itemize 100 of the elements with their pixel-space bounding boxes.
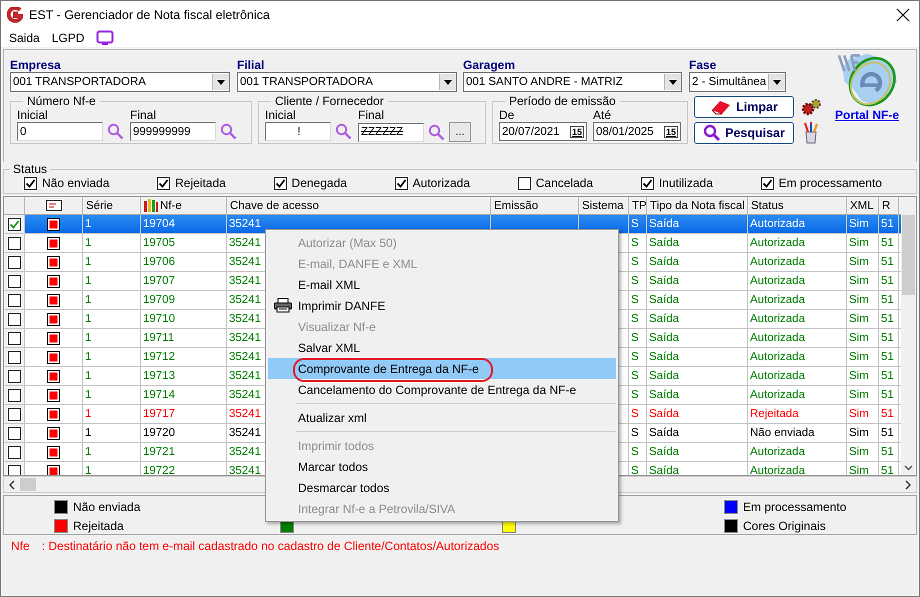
input-field[interactable]: 999999999	[130, 122, 216, 141]
input-field[interactable]: !	[265, 122, 331, 141]
table-cell: Saída	[649, 313, 680, 325]
status-square-icon	[47, 350, 60, 364]
menu-item[interactable]: Marcar todos	[268, 456, 616, 477]
scroll-down-icon[interactable]	[904, 465, 913, 471]
clear-button[interactable]: Limpar	[694, 96, 794, 118]
pencil-cup-icon[interactable]	[802, 122, 820, 144]
table-cell: S	[631, 446, 639, 458]
menu-item[interactable]: LGPD	[52, 31, 84, 45]
table-cell: S	[631, 389, 639, 401]
checkbox[interactable]	[8, 464, 20, 475]
input-field[interactable]: ZZZZZZ	[358, 122, 424, 142]
search-icon[interactable]	[335, 123, 352, 140]
menu-item[interactable]: Imprimir DANFE	[268, 295, 616, 316]
dropdown-arrow-icon[interactable]	[773, 80, 781, 84]
column-header[interactable]: R	[879, 197, 899, 214]
checkbox-label: Cancelada	[536, 176, 594, 190]
dropdown-arrow-icon[interactable]	[217, 80, 225, 84]
table-cell: 19705	[143, 237, 175, 249]
checkbox[interactable]	[274, 176, 287, 190]
window-title: EST - Gerenciador de Nota fiscal eletrônica	[29, 8, 271, 22]
table-cell: Saída	[649, 294, 680, 306]
column-header[interactable]: Tipo da Nota fiscal	[647, 197, 748, 214]
table-cell: Saída	[649, 408, 680, 420]
checkbox-label: Autorizada	[412, 176, 470, 190]
dropdown-arrow-icon[interactable]	[669, 80, 677, 84]
menu-item[interactable]: Comprovante de Entrega da NF-e	[268, 358, 616, 379]
menu-item[interactable]: Desmarcar todos	[268, 477, 616, 498]
dropdown[interactable]: 001 TRANSPORTADORA	[237, 72, 457, 92]
group-title: Cliente / Fornecedor	[274, 94, 385, 108]
checkbox[interactable]	[8, 446, 20, 458]
table-cell: S	[631, 408, 639, 420]
portal-link[interactable]: Portal NF-e	[834, 108, 899, 122]
search-button[interactable]: Pesquisar	[694, 122, 794, 144]
checkbox[interactable]	[8, 256, 20, 268]
table-cell: S	[631, 465, 639, 475]
table-cell: Autorizada	[750, 465, 805, 475]
checkbox[interactable]	[8, 274, 20, 288]
checkbox[interactable]	[157, 176, 170, 190]
column-header[interactable]: Nf-e	[160, 200, 182, 212]
checkbox[interactable]	[8, 388, 20, 402]
checkbox[interactable]	[8, 350, 20, 364]
dropdown[interactable]: 001 TRANSPORTADORA	[10, 72, 230, 92]
gear-icon[interactable]	[800, 98, 822, 116]
date-field[interactable]: 08/01/2025	[594, 126, 664, 138]
checkbox[interactable]	[394, 176, 408, 190]
search-icon[interactable]	[220, 123, 237, 140]
column-header[interactable]: XML	[847, 197, 879, 214]
envelope-icon	[46, 200, 62, 211]
search-icon[interactable]	[107, 123, 124, 140]
table-cell: Autorizada	[750, 446, 805, 458]
dropdown-arrow-icon[interactable]	[444, 80, 452, 84]
status-square-icon	[47, 256, 60, 268]
vertical-scrollbar[interactable]	[901, 197, 916, 475]
scroll-thumb[interactable]	[20, 478, 36, 491]
column-header[interactable]: Sistema	[579, 197, 629, 214]
table-cell: Autorizada	[750, 275, 805, 287]
search-icon[interactable]	[428, 124, 445, 140]
calendar-button[interactable]: 15	[570, 126, 584, 138]
column-header[interactable]: Status	[748, 197, 847, 214]
table-cell: 19709	[143, 294, 175, 306]
field-label: Até	[593, 108, 612, 122]
column-header[interactable]: TP	[629, 197, 647, 214]
menu-item[interactable]: Saida	[9, 31, 40, 45]
scroll-right-icon[interactable]	[904, 480, 912, 490]
table-row[interactable]: 1 19704 35241 S Saída Autorizada Sim 51	[4, 215, 901, 234]
dropdown[interactable]: 2 - Simultânea	[689, 72, 786, 92]
table-cell: S	[631, 332, 639, 344]
input-field[interactable]: 0	[17, 122, 103, 141]
checkbox[interactable]	[8, 294, 20, 306]
column-header[interactable]: Chave de acesso	[227, 197, 491, 214]
column-header[interactable]: Série	[83, 197, 141, 214]
calendar-button[interactable]: 15	[664, 126, 678, 138]
checkbox[interactable]	[8, 408, 20, 420]
table-cell: 1	[85, 446, 92, 458]
table-cell: 35241	[229, 332, 261, 344]
checkbox[interactable]	[8, 218, 20, 230]
printer-icon	[274, 298, 292, 313]
menu-item[interactable]: Cancelamento do Comprovante de Entrega da NF-e	[268, 379, 616, 400]
table-cell: Rejeitada	[750, 408, 799, 420]
more-button[interactable]: ...	[449, 122, 471, 142]
table-cell: Autorizada	[750, 389, 805, 401]
table-cell: S	[631, 237, 639, 249]
checkbox[interactable]	[518, 176, 531, 190]
dropdown[interactable]: 001 SANTO ANDRE - MATRIZ	[463, 72, 682, 92]
checkbox[interactable]	[8, 236, 20, 250]
table-cell: 1	[85, 389, 92, 401]
column-header[interactable]: Emissão	[491, 197, 579, 214]
checkbox[interactable]	[760, 176, 774, 190]
checkbox[interactable]	[8, 370, 20, 382]
checkbox[interactable]	[640, 176, 654, 190]
date-field[interactable]: 20/07/2021	[500, 126, 570, 138]
menu-item[interactable]: E-mail XML	[268, 274, 616, 295]
checkbox[interactable]	[8, 426, 20, 440]
checkbox[interactable]	[8, 312, 20, 326]
monitor-icon[interactable]	[96, 30, 114, 46]
checkbox[interactable]	[24, 176, 37, 190]
checkbox[interactable]	[8, 332, 20, 344]
scroll-left-icon[interactable]	[8, 480, 16, 490]
